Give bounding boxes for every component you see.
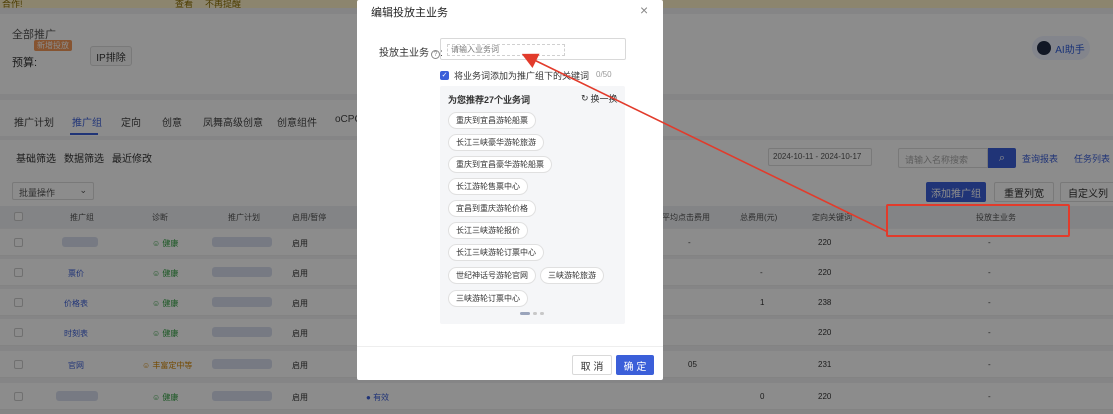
annotation-arrow bbox=[521, 53, 889, 233]
